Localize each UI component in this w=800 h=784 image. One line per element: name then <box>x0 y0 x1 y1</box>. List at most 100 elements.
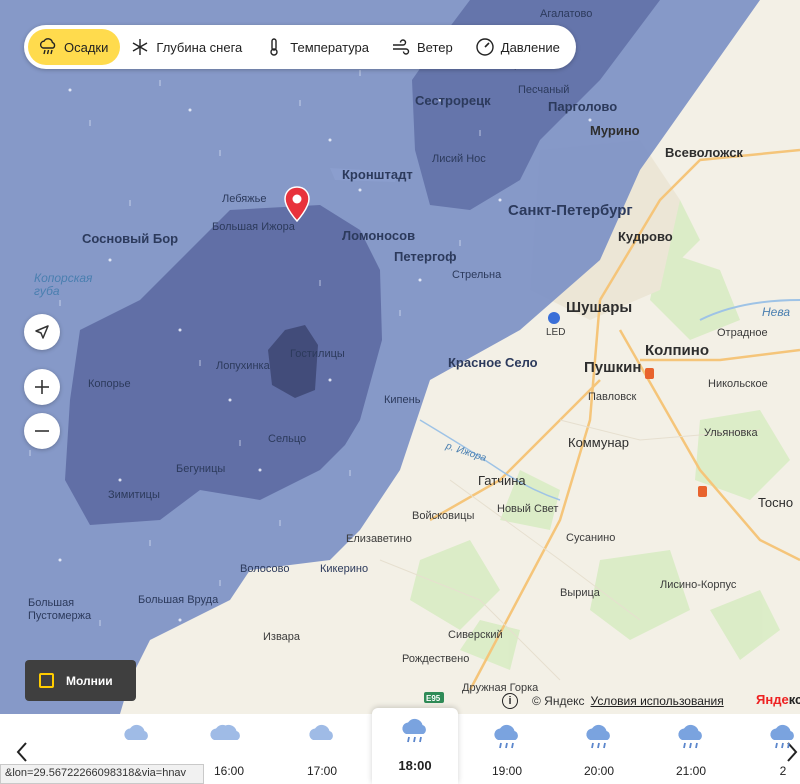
copyright-text: © Яндекс <box>532 694 585 708</box>
wind-icon <box>393 39 410 55</box>
place-label: Большая Пустомержа <box>28 597 92 622</box>
place-label: Лопухинка <box>216 360 270 372</box>
place-label: Тосно <box>758 495 794 510</box>
thermometer-icon <box>270 38 278 56</box>
zoom-in-button[interactable] <box>24 369 60 405</box>
place-label: Войсковицы <box>412 510 475 522</box>
place-label: Извара <box>263 631 301 643</box>
place-label: Кипень <box>384 394 421 406</box>
timeline-time: 20:00 <box>583 764 615 778</box>
layer-label: Давление <box>500 39 560 55</box>
location-marker-icon[interactable] <box>284 186 310 223</box>
place-label: Лебяжье <box>222 193 267 205</box>
layer-selector: Осадки Глубина снега Температура Ветер Д… <box>24 25 576 69</box>
place-label: Шушары <box>566 299 633 316</box>
layer-precipitation[interactable]: Осадки <box>28 29 121 65</box>
place-label: Отрадное <box>717 327 768 339</box>
place-label: Гостилицы <box>290 348 345 360</box>
airport-label: LED <box>546 327 566 338</box>
status-url: &lon=29.56722266098318&via=hnav <box>0 764 204 784</box>
place-label: Большая Вруда <box>138 594 219 606</box>
lightning-label: Молнии <box>66 673 113 688</box>
place-label: Павловск <box>588 391 637 403</box>
layer-wind[interactable]: Ветер <box>381 29 465 65</box>
timeline-slot[interactable]: 21:00 <box>648 714 734 784</box>
place-label: Парголово <box>548 99 618 114</box>
timeline-slot[interactable]: 19:00 <box>464 714 550 784</box>
timeline-time: 19:00 <box>491 764 523 778</box>
timeline-time: 16:00 <box>213 764 245 778</box>
weather-map[interactable]: Агалатово Серово Песчаный Сестрорецк Пар… <box>0 0 800 714</box>
place-label: Сестрорецк <box>415 93 491 108</box>
water-label: Копорская губа <box>34 271 93 298</box>
zoom-out-button[interactable] <box>24 413 60 449</box>
info-icon[interactable]: i <box>502 693 518 709</box>
pressure-icon <box>476 38 494 56</box>
place-label: Кикерино <box>320 563 369 575</box>
cloud-icon <box>309 724 333 740</box>
lightning-checkbox[interactable] <box>39 673 54 688</box>
rain-cloud-icon <box>39 38 56 55</box>
lightning-toggle[interactable]: Молнии <box>25 660 136 701</box>
snowflake-icon <box>133 39 148 55</box>
place-label: Гатчина <box>478 473 526 488</box>
minus-icon <box>35 430 49 432</box>
cloud-rain-icon <box>586 724 610 749</box>
layer-pressure[interactable]: Давление <box>465 29 572 65</box>
timeline-slot[interactable]: 2 <box>740 714 800 784</box>
layer-label: Температура <box>290 39 370 55</box>
place-label: Сусанино <box>566 532 616 544</box>
place-label: Бегуницы <box>176 463 226 475</box>
place-label: Новый Свет <box>497 503 559 515</box>
place-label: Коммунар <box>568 435 629 450</box>
place-label: Елизаветино <box>346 533 412 545</box>
terms-link[interactable]: Условия использования <box>591 694 724 708</box>
chevron-left-icon <box>16 742 27 762</box>
timeline-slot[interactable]: 18:00 <box>372 708 458 784</box>
timeline-slot[interactable]: 20:00 <box>556 714 642 784</box>
place-label: Агалатово <box>540 8 593 20</box>
place-label: Никольское <box>708 378 768 390</box>
copyright-bar: i © Яндекс Условия использования <box>502 690 724 712</box>
place-label: Лисино-Корпус <box>660 579 737 591</box>
timeline-time: 18:00 <box>398 758 432 773</box>
cloud-rain-icon <box>402 718 426 743</box>
place-label: Копорье <box>88 378 131 390</box>
place-label: Волосово <box>240 563 290 575</box>
timeline-slot[interactable]: 17:00 <box>279 714 365 784</box>
water-label: Нева <box>762 305 791 319</box>
place-label: Зимитицы <box>108 489 160 501</box>
timeline-time: 2 <box>779 764 787 778</box>
timeline-time: 17:00 <box>306 764 338 778</box>
place-label: Петергоф <box>394 249 457 264</box>
navigation-arrow-icon <box>35 325 49 339</box>
layer-label: Ветер <box>417 39 453 55</box>
cloud-icon <box>216 724 240 740</box>
place-label: Песчаный <box>518 84 570 96</box>
place-label: Всеволожск <box>665 145 743 160</box>
place-label: Мурино <box>590 123 640 138</box>
place-label: Санкт-Петербург <box>508 202 633 219</box>
place-label: Большая Ижора <box>212 221 295 233</box>
place-label: Ульяновка <box>704 427 758 439</box>
geolocation-button[interactable] <box>24 314 60 350</box>
plus-icon <box>35 380 49 394</box>
cloud-rain-icon <box>494 724 518 749</box>
place-label: Колпино <box>645 342 709 359</box>
place-label: Красное Село <box>448 355 538 370</box>
cloud-rain-icon <box>770 724 794 749</box>
place-label: Сиверский <box>448 629 503 641</box>
place-label: Стрельна <box>452 269 502 281</box>
layer-label: Глубина снега <box>156 39 243 55</box>
place-label: Пушкин <box>584 359 642 376</box>
road-shield-label: E95 <box>426 694 441 703</box>
place-label: Лисий Нос <box>432 153 486 165</box>
place-label: Сельцо <box>268 433 307 445</box>
layer-snow-depth[interactable]: Глубина снега <box>120 29 254 65</box>
timeline-time: 21:00 <box>675 764 707 778</box>
cloud-icon <box>124 724 148 740</box>
place-label: Кронштадт <box>342 167 413 182</box>
place-label: Сосновый Бор <box>82 231 179 246</box>
place-label: Рождествено <box>402 653 470 665</box>
layer-temperature[interactable]: Температура <box>254 29 381 65</box>
